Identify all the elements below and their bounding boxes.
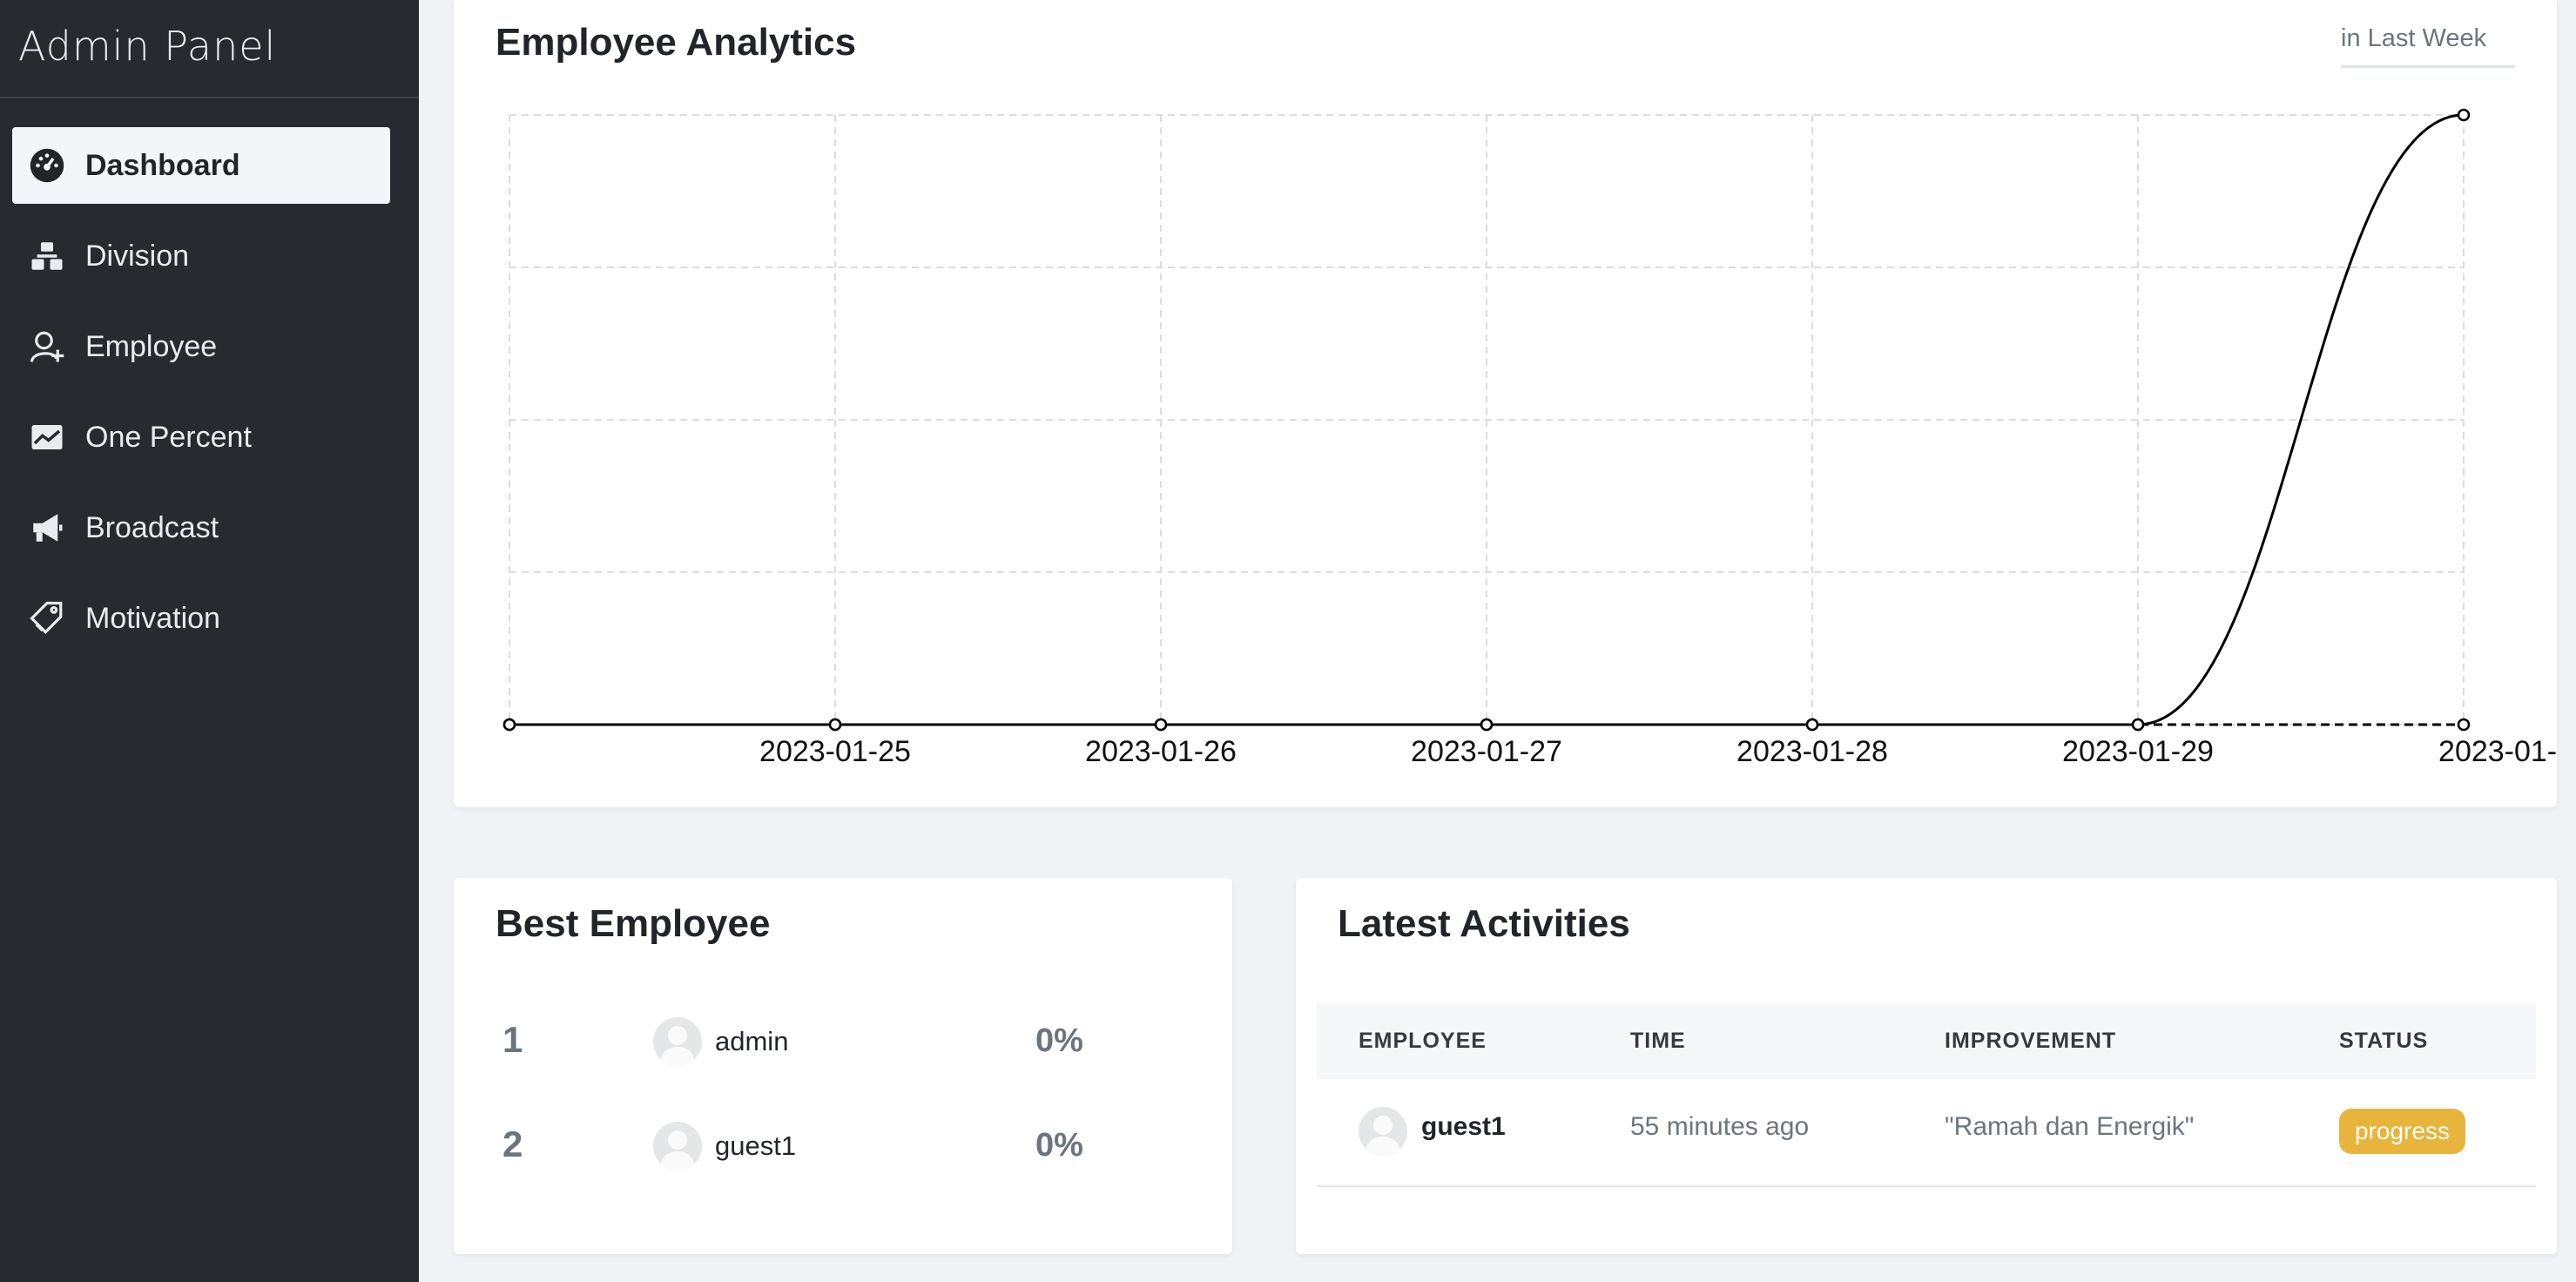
sidebar-item-one-percent[interactable]: One Percent <box>12 399 390 476</box>
avatar <box>1359 1107 1407 1156</box>
sidebar-item-label: Motivation <box>85 601 220 635</box>
data-point <box>1154 718 1168 732</box>
activity-improvement: "Ramah dan Energik" <box>1945 1112 2195 1141</box>
column-header-improvement: IMPROVEMENT <box>1945 1029 2117 1053</box>
sidebar: Admin Panel Dashboard Division Employee … <box>0 0 419 1282</box>
latest-activities-card: Latest Activities EMPLOYEE TIME IMPROVEM… <box>1296 878 2557 1254</box>
megaphone-icon <box>28 509 66 547</box>
x-tick-label: 2023-01-26 <box>1085 735 1237 768</box>
best-employee-card: Best Employee 1 admin 0% 2 guest1 0% <box>454 878 1232 1254</box>
sidebar-item-dashboard[interactable]: Dashboard <box>12 127 390 204</box>
column-header-time: TIME <box>1630 1029 1686 1053</box>
sidebar-item-label: Employee <box>85 329 218 363</box>
sidebar-divider <box>0 97 419 98</box>
sidebar-item-division[interactable]: Division <box>12 218 390 294</box>
x-tick-label: 2023-01-30 <box>2438 735 2557 768</box>
rank-number: 2 <box>502 1123 523 1164</box>
sidebar-item-label: Broadcast <box>85 510 219 544</box>
x-tick-label: 2023-01-29 <box>2062 735 2214 768</box>
activity-time: 55 minutes ago <box>1630 1112 1810 1141</box>
avatar <box>653 1122 702 1171</box>
data-point <box>2131 718 2145 732</box>
rank-number: 1 <box>502 1019 523 1060</box>
data-point <box>1805 718 1819 732</box>
latest-activities-title: Latest Activities <box>1338 902 1630 945</box>
table-row[interactable]: guest1 55 minutes ago "Ramah dan Energik… <box>1317 1079 2536 1187</box>
table-header: EMPLOYEE TIME IMPROVEMENT STATUS <box>1317 1002 2536 1079</box>
x-tick-label: 2023-01-25 <box>759 735 911 768</box>
column-header-employee: EMPLOYEE <box>1359 1029 1487 1053</box>
dashboard-icon <box>28 146 66 185</box>
list-item: 2 guest1 0% <box>454 1111 1232 1181</box>
data-point <box>2457 718 2471 732</box>
brand-title: Admin Panel <box>18 23 277 70</box>
activity-employee: guest1 <box>1421 1112 1506 1141</box>
list-item: 1 admin 0% <box>454 1007 1232 1076</box>
employee-name: guest1 <box>715 1130 797 1161</box>
user-plus-icon <box>28 327 66 366</box>
sidebar-item-employee[interactable]: Employee <box>12 308 390 385</box>
data-point <box>828 718 842 732</box>
analytics-chart: 2023-01-25 2023-01-26 2023-01-27 2023-01-28… <box>502 108 2557 768</box>
column-header-status: STATUS <box>2339 1029 2429 1053</box>
analytics-card: Employee Analytics in Last Week 2023-01-… <box>454 0 2557 807</box>
sidebar-item-label: Division <box>85 239 190 273</box>
best-employee-title: Best Employee <box>496 902 771 945</box>
x-tick-label: 2023-01-28 <box>1736 735 1888 768</box>
tag-icon <box>28 599 66 638</box>
x-tick-label: 2023-01-27 <box>1411 735 1562 768</box>
employee-percent: 0% <box>1035 1022 1083 1059</box>
data-point <box>2457 108 2471 122</box>
avatar <box>653 1017 702 1066</box>
sidebar-item-label: One Percent <box>85 420 252 454</box>
data-point <box>1480 718 1494 732</box>
employee-name: admin <box>715 1026 789 1056</box>
status-badge: progress <box>2339 1109 2465 1154</box>
chart-line-icon <box>28 418 66 456</box>
sidebar-item-broadcast[interactable]: Broadcast <box>12 489 390 566</box>
employee-percent: 0% <box>1035 1127 1083 1164</box>
sidebar-item-label: Dashboard <box>85 148 240 182</box>
data-point <box>502 718 516 732</box>
sitemap-icon <box>28 237 66 275</box>
sidebar-item-motivation[interactable]: Motivation <box>12 580 390 657</box>
